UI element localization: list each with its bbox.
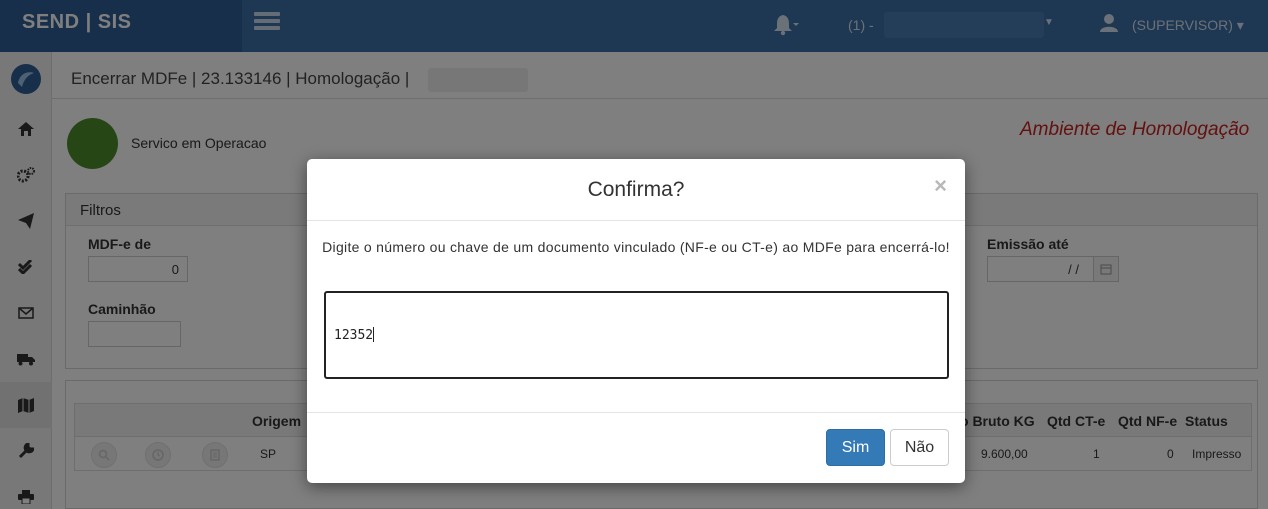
confirm-button[interactable]: Sim bbox=[826, 429, 885, 466]
cancel-button[interactable]: Não bbox=[890, 429, 949, 466]
divider bbox=[307, 412, 965, 413]
close-icon[interactable]: × bbox=[934, 173, 947, 199]
divider bbox=[307, 220, 965, 221]
document-key-input[interactable]: 12352 bbox=[324, 291, 949, 379]
dialog-title: Confirma? bbox=[587, 178, 685, 201]
dialog-message: Digite o número ou chave de um documento… bbox=[322, 239, 950, 255]
confirm-dialog: Confirma? × Digite o número ou chave de … bbox=[307, 159, 965, 483]
